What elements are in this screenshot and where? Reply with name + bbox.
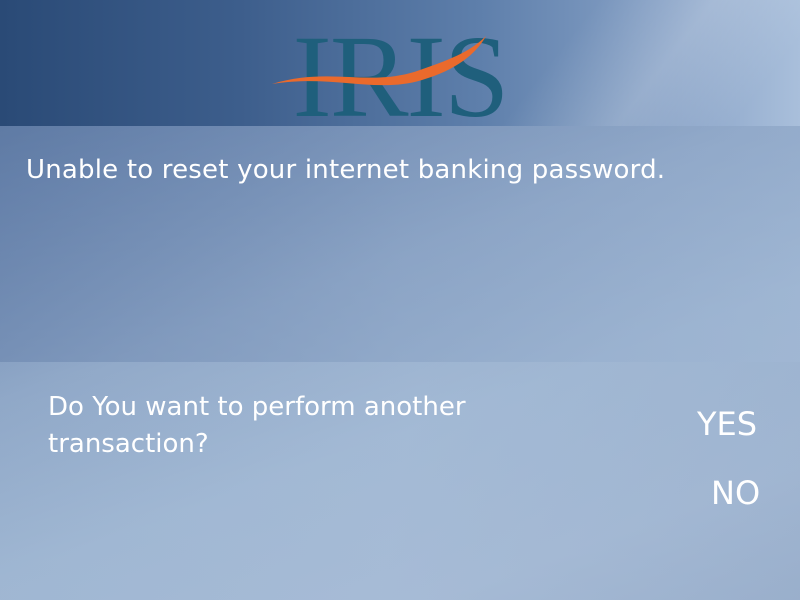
iris-logo: IRIS <box>272 14 509 124</box>
header-banner: IRIS <box>0 0 800 126</box>
status-message: Unable to reset your internet banking pa… <box>26 155 666 185</box>
yes-button[interactable]: YES <box>697 405 757 443</box>
no-button[interactable]: NO <box>711 474 760 512</box>
another-transaction-question: Do You want to perform another transacti… <box>48 392 466 459</box>
logo-lettering: IRIS <box>293 14 508 124</box>
